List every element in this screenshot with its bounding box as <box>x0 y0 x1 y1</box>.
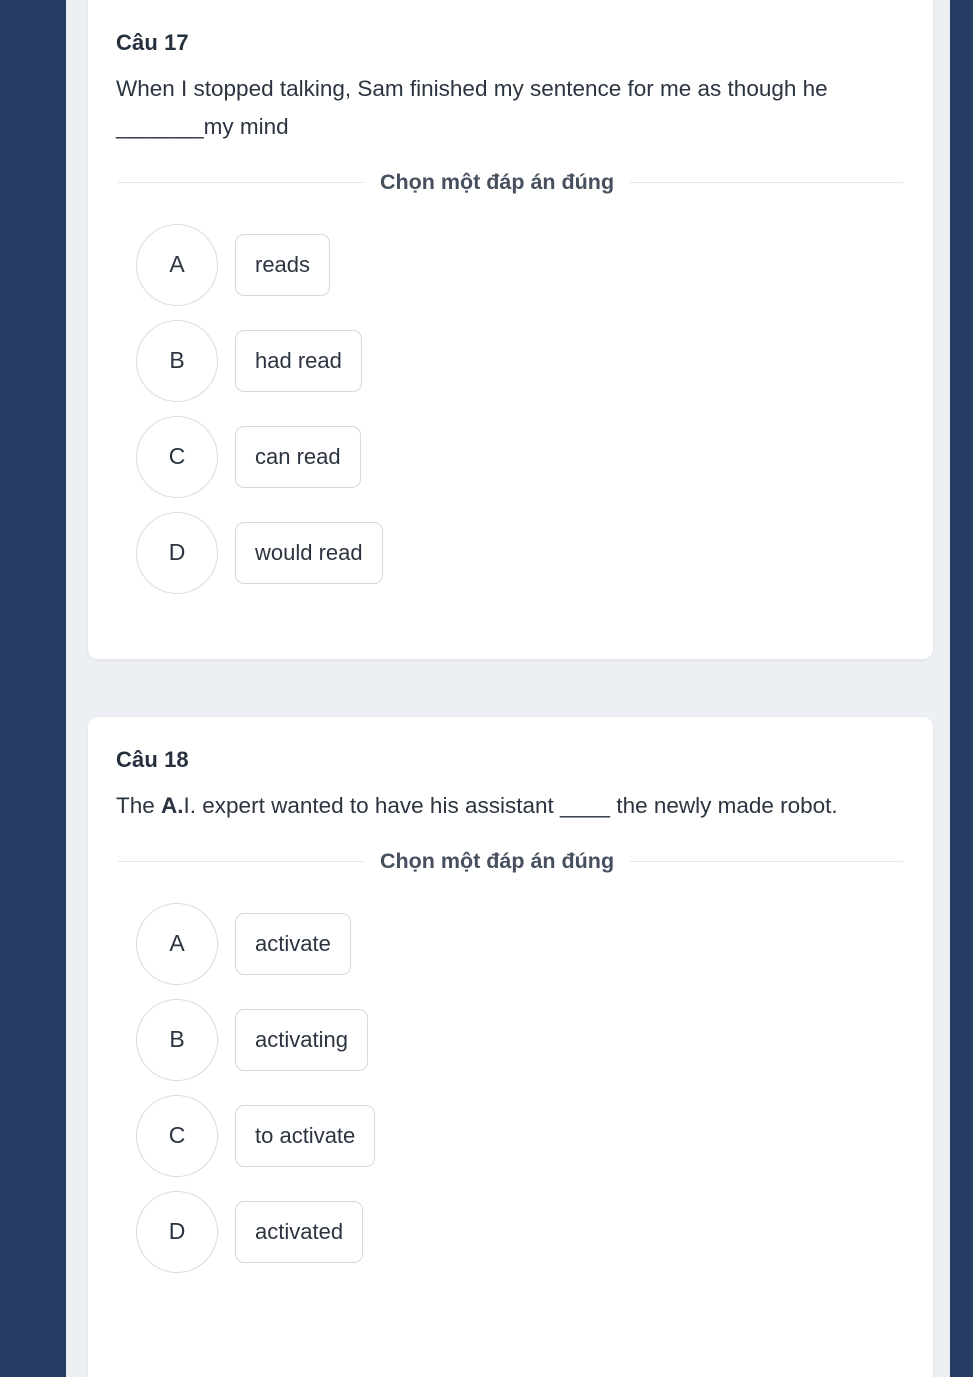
option-letter-badge-c[interactable]: C <box>136 415 218 498</box>
choose-answer-divider-17: Chọn một đáp án đúng <box>116 170 905 195</box>
answer-option-17-c[interactable]: C can read <box>136 409 905 505</box>
question-17-prompt-prefix: When I stopped talking, Sam finished my … <box>116 76 828 101</box>
question-card-17-body: Câu 17 When I stopped talking, Sam finis… <box>88 0 933 601</box>
divider-line-left <box>118 860 364 862</box>
question-text-17: When I stopped talking, Sam finished my … <box>116 70 905 146</box>
answer-option-17-a[interactable]: A reads <box>136 217 905 313</box>
question-number-17: Câu 17 <box>116 30 189 55</box>
answer-option-17-b[interactable]: B had read <box>136 313 905 409</box>
question-card-18-body: Câu 18 The A.I. expert wanted to have hi… <box>88 717 933 1280</box>
answer-option-18-b[interactable]: B activating <box>136 992 905 1088</box>
option-text-box-d[interactable]: would read <box>235 521 383 584</box>
choose-answer-label-17: Chọn một đáp án đúng <box>380 169 615 194</box>
question-17-prompt-suffix: my mind <box>203 113 289 139</box>
answer-options-18: A activate B activating C to activate D … <box>116 896 905 1280</box>
option-text-box-b[interactable]: had read <box>235 329 362 392</box>
option-letter-badge-a[interactable]: A <box>136 902 218 985</box>
divider-line-right <box>630 181 903 183</box>
option-letter-badge-a[interactable]: A <box>136 223 218 306</box>
question-18-prompt-prefix: The <box>116 793 162 818</box>
question-18-prompt-mid: I. expert wanted to have his assistant <box>183 793 560 818</box>
answer-options-17: A reads B had read C can read D would re… <box>116 217 905 601</box>
question-number-18: Câu 18 <box>116 747 189 772</box>
option-text-box-a[interactable]: reads <box>235 233 331 296</box>
divider-line-right <box>630 860 903 862</box>
question-18-blank: ____ <box>560 793 611 818</box>
quiz-scroll-area[interactable]: Câu 17 When I stopped talking, Sam finis… <box>66 0 950 1377</box>
answer-option-18-c[interactable]: C to activate <box>136 1088 905 1184</box>
question-card-18: Câu 18 The A.I. expert wanted to have hi… <box>88 717 933 1377</box>
right-navy-band <box>950 0 973 1377</box>
answer-option-18-a[interactable]: A activate <box>136 896 905 992</box>
option-text-box-a[interactable]: activate <box>235 912 351 975</box>
choose-answer-label-18: Chọn một đáp án đúng <box>380 848 615 873</box>
option-letter-badge-c[interactable]: C <box>136 1094 218 1177</box>
choose-answer-divider-18: Chọn một đáp án đúng <box>116 849 905 874</box>
option-text-box-c[interactable]: to activate <box>235 1104 376 1167</box>
question-17-blank: _______ <box>116 113 204 139</box>
question-text-18: The A.I. expert wanted to have his assis… <box>116 787 905 825</box>
question-18-bold-fragment: A. <box>161 793 184 818</box>
left-navy-band <box>0 0 66 1377</box>
option-letter-badge-b[interactable]: B <box>136 319 218 402</box>
answer-option-17-d[interactable]: D would read <box>136 505 905 601</box>
option-letter-badge-d[interactable]: D <box>136 1190 218 1273</box>
option-text-box-c[interactable]: can read <box>235 425 361 488</box>
question-18-prompt-suffix: the newly made robot. <box>610 793 838 818</box>
answer-option-18-d[interactable]: D activated <box>136 1184 905 1280</box>
option-letter-badge-d[interactable]: D <box>136 511 218 594</box>
option-letter-badge-b[interactable]: B <box>136 998 218 1081</box>
divider-line-left <box>118 181 364 183</box>
question-card-17: Câu 17 When I stopped talking, Sam finis… <box>88 0 933 659</box>
option-text-box-d[interactable]: activated <box>235 1200 364 1263</box>
option-text-box-b[interactable]: activating <box>235 1008 368 1071</box>
